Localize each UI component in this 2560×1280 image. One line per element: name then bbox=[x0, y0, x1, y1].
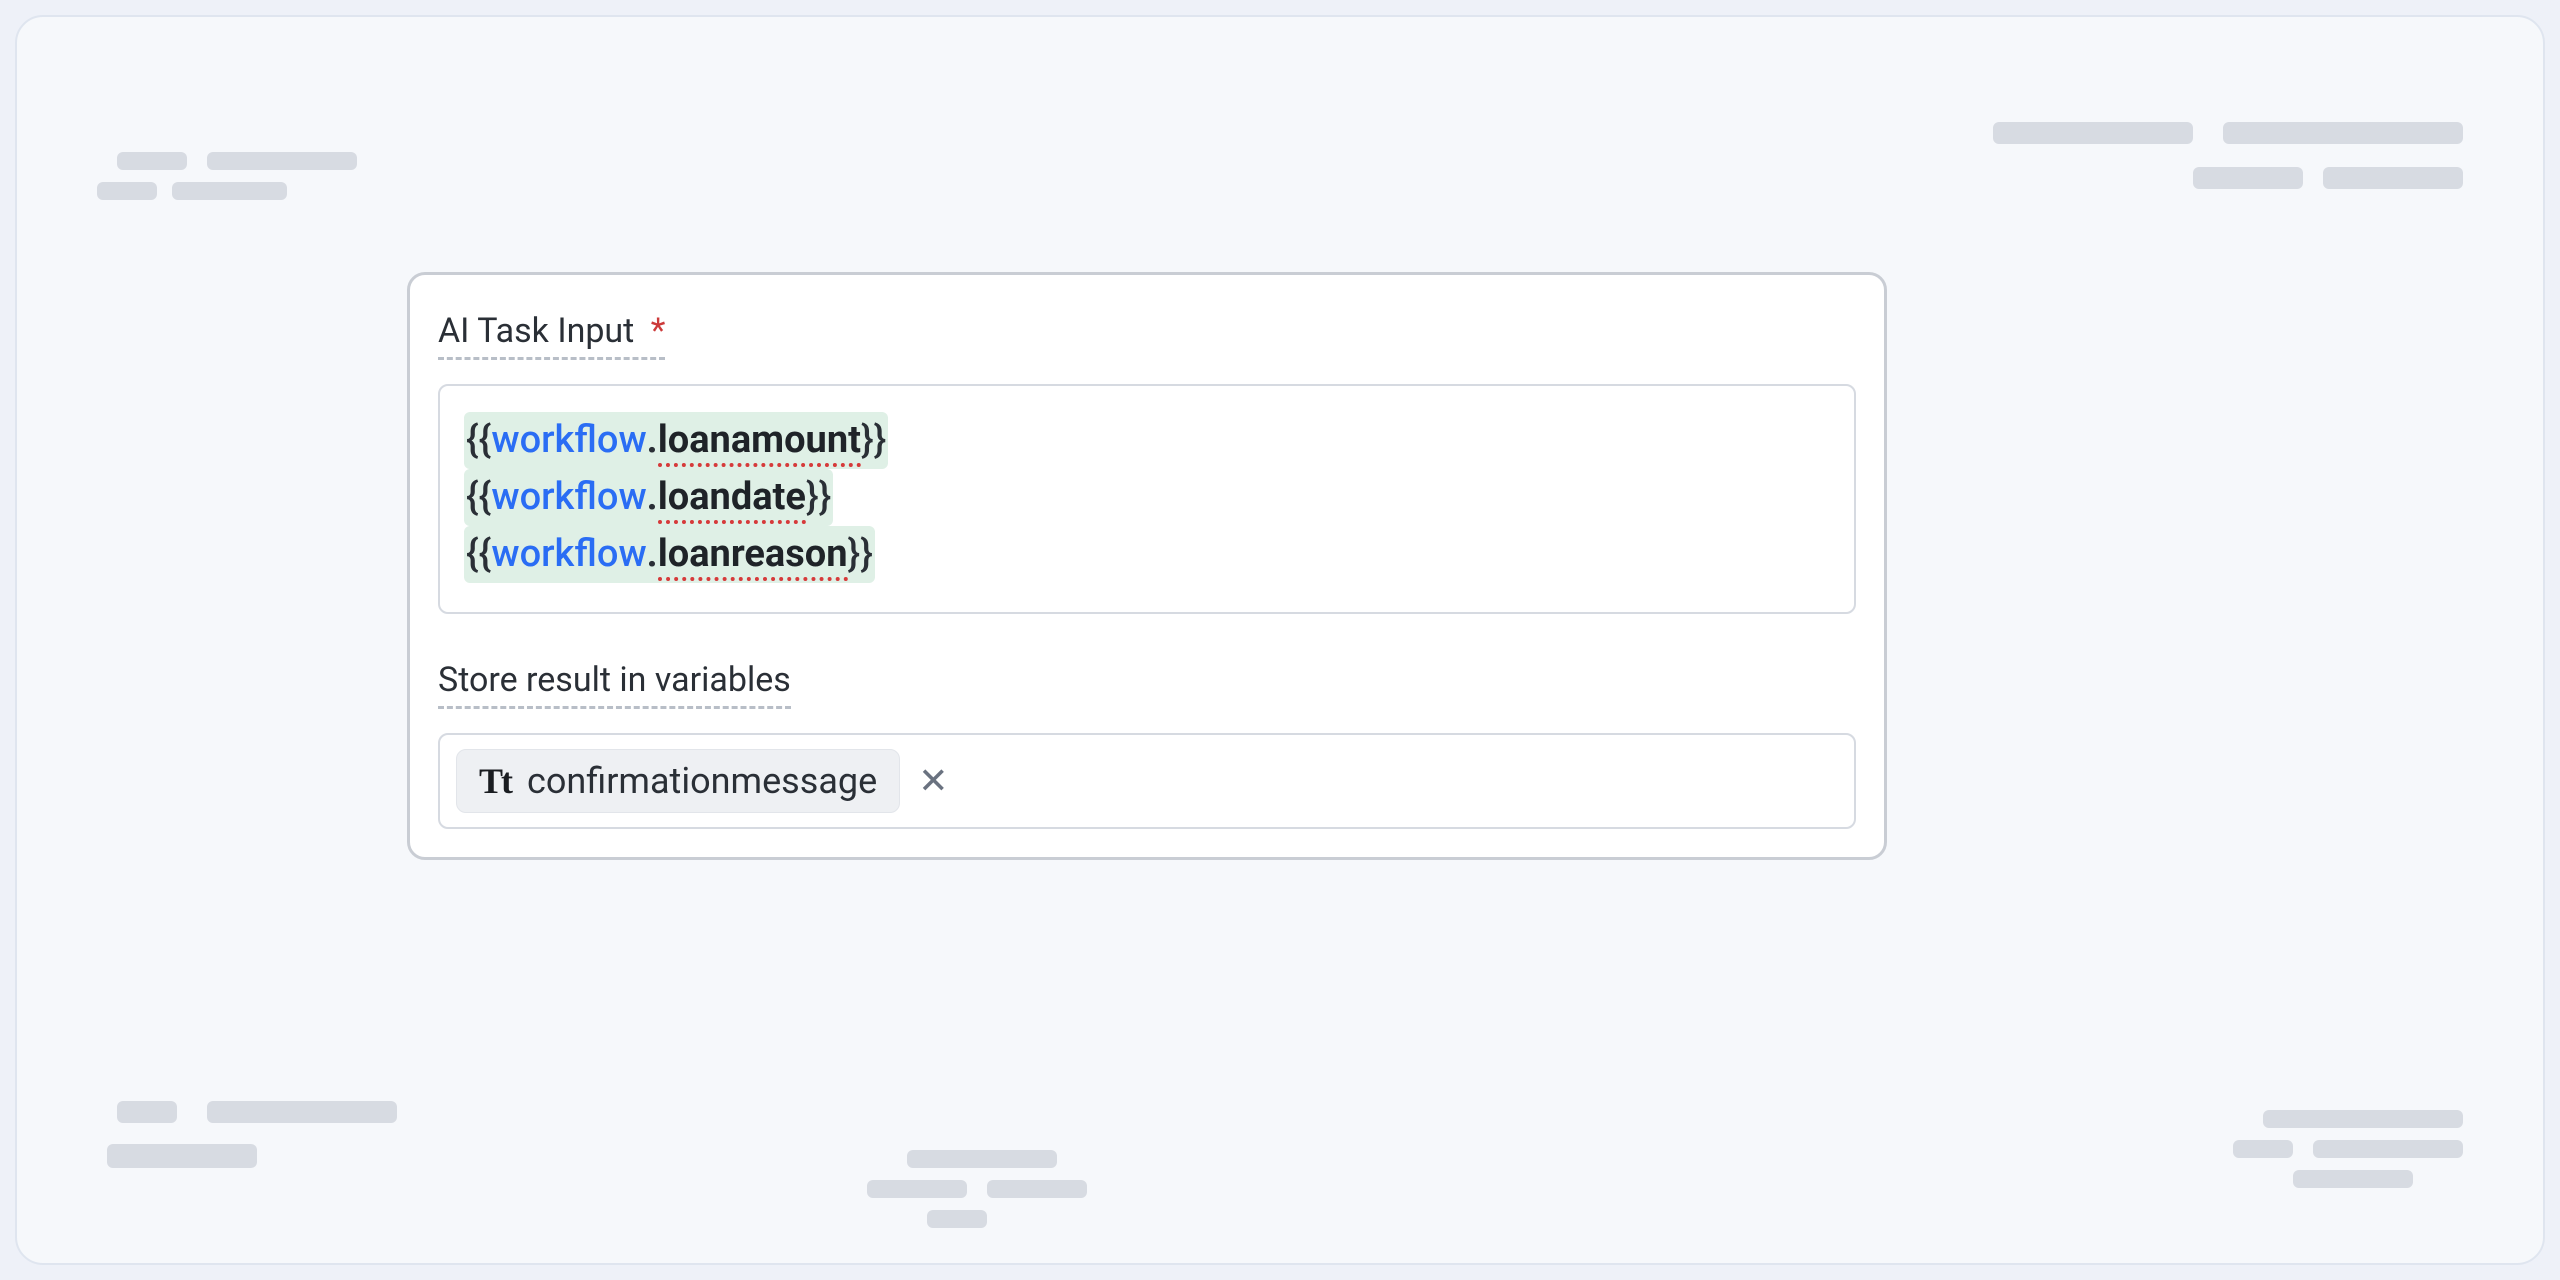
variable-name: confirmationmessage bbox=[527, 760, 877, 802]
brace-close: }} bbox=[848, 532, 873, 576]
token-namespace: workflow bbox=[491, 475, 646, 519]
template-line: {{workflow.loanamount}} bbox=[464, 412, 1830, 469]
skeleton bbox=[2223, 122, 2463, 144]
template-token[interactable]: {{workflow.loanamount}} bbox=[464, 412, 888, 469]
token-name: loanreason bbox=[658, 532, 848, 581]
skeleton bbox=[867, 1180, 967, 1198]
text-type-icon: Tt bbox=[479, 760, 511, 802]
store-result-field[interactable]: Tt confirmationmessage ✕ bbox=[438, 733, 1856, 829]
brace-open: {{ bbox=[466, 532, 491, 576]
token-dot: . bbox=[647, 532, 658, 576]
required-indicator: * bbox=[651, 311, 666, 351]
brace-close: }} bbox=[861, 418, 886, 462]
skeleton bbox=[2263, 1110, 2463, 1128]
skeleton bbox=[987, 1180, 1087, 1198]
store-result-label-row: Store result in variables bbox=[438, 660, 1856, 733]
remove-variable-button[interactable]: ✕ bbox=[918, 763, 948, 799]
label-text: AI Task Input bbox=[438, 311, 634, 351]
token-name: loanamount bbox=[658, 418, 861, 467]
skeleton bbox=[172, 182, 287, 200]
template-line: {{workflow.loanreason}} bbox=[464, 526, 1830, 583]
skeleton bbox=[207, 1101, 397, 1123]
token-dot: . bbox=[647, 475, 658, 519]
ai-task-input-label: AI Task Input * bbox=[438, 311, 665, 360]
variable-chip[interactable]: Tt confirmationmessage bbox=[456, 749, 900, 813]
token-namespace: workflow bbox=[491, 532, 646, 576]
skeleton bbox=[1993, 122, 2193, 144]
skeleton bbox=[117, 1101, 177, 1123]
brace-close: }} bbox=[806, 475, 831, 519]
skeleton bbox=[117, 152, 187, 170]
store-result-label: Store result in variables bbox=[438, 660, 791, 709]
brace-open: {{ bbox=[466, 475, 491, 519]
close-icon: ✕ bbox=[918, 760, 948, 802]
ai-task-card: AI Task Input * {{workflow.loanamount}} … bbox=[407, 272, 1887, 860]
skeleton bbox=[2233, 1140, 2293, 1158]
brace-open: {{ bbox=[466, 418, 491, 462]
skeleton bbox=[97, 182, 157, 200]
skeleton bbox=[2313, 1140, 2463, 1158]
skeleton bbox=[207, 152, 357, 170]
app-frame: AI Task Input * {{workflow.loanamount}} … bbox=[15, 15, 2545, 1265]
token-namespace: workflow bbox=[491, 418, 646, 462]
ai-task-input-label-row: AI Task Input * bbox=[438, 311, 1856, 384]
token-dot: . bbox=[647, 418, 658, 462]
skeleton bbox=[107, 1144, 257, 1168]
skeleton bbox=[2323, 167, 2463, 189]
template-line: {{workflow.loandate}} bbox=[464, 469, 1830, 526]
template-token[interactable]: {{workflow.loanreason}} bbox=[464, 526, 875, 583]
template-token[interactable]: {{workflow.loandate}} bbox=[464, 469, 833, 526]
skeleton bbox=[2293, 1170, 2413, 1188]
token-name: loandate bbox=[658, 475, 806, 524]
skeleton bbox=[2193, 167, 2303, 189]
skeleton bbox=[927, 1210, 987, 1228]
skeleton bbox=[907, 1150, 1057, 1168]
ai-task-input-field[interactable]: {{workflow.loanamount}} {{workflow.loand… bbox=[438, 384, 1856, 614]
